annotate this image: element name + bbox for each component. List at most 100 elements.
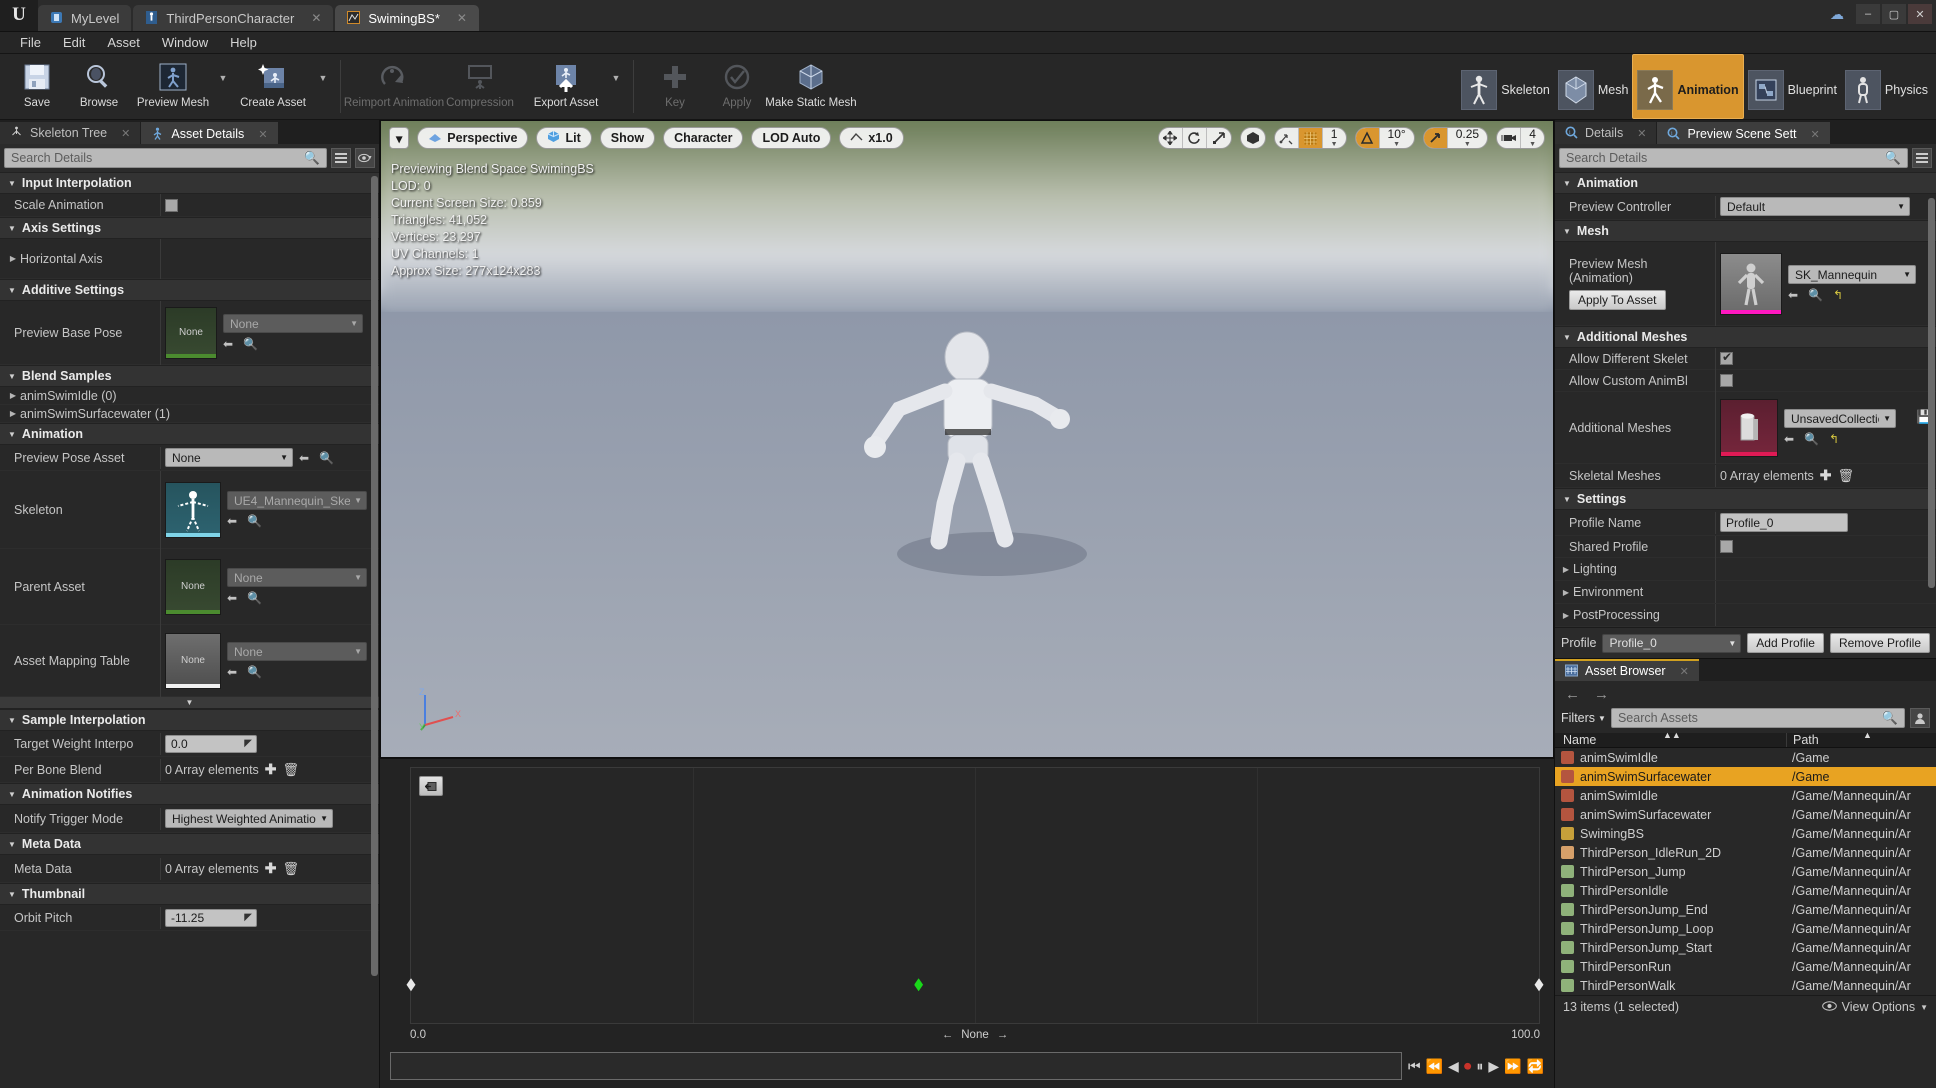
additional-meshes-combo[interactable]: UnsavedCollection ▼ bbox=[1784, 409, 1896, 428]
asset-browser-user-button[interactable] bbox=[1910, 708, 1930, 728]
allow-different-skeletons-checkbox[interactable] bbox=[1720, 350, 1733, 365]
search-assets-input[interactable]: Search Assets 🔍 bbox=[1610, 708, 1905, 728]
chevron-right-icon[interactable]: ▶ bbox=[6, 409, 20, 418]
play-reverse-icon[interactable]: ◀ bbox=[1448, 1058, 1459, 1075]
mode-blueprint[interactable]: Blueprint bbox=[1744, 54, 1841, 119]
tab-preview-scene-settings[interactable]: i Preview Scene Sett ✕ bbox=[1657, 122, 1830, 144]
property-row[interactable]: Asset Mapping Table None None ▼ ⬅ 🔍 bbox=[0, 624, 379, 697]
preview-mesh-thumbnail[interactable] bbox=[1720, 252, 1782, 315]
reimport-animation-button[interactable]: Reimport Animation bbox=[344, 54, 444, 119]
loop-icon[interactable]: 🔁 bbox=[1527, 1058, 1544, 1075]
scale-icon[interactable] bbox=[1207, 128, 1231, 148]
skeleton-asset-field[interactable]: UE4_Mannequin_Skeleton ▼ bbox=[227, 491, 367, 510]
close-icon[interactable]: ✕ bbox=[121, 127, 130, 140]
search-details-input[interactable]: Search Details 🔍 bbox=[4, 148, 327, 168]
chevron-right-icon[interactable]: ▶ bbox=[6, 254, 20, 263]
asset-row[interactable]: animSwimSurfacewater /Game/Mannequin/Ar bbox=[1555, 805, 1936, 824]
column-header-path[interactable]: Path ▲ bbox=[1786, 730, 1936, 747]
reset-to-default-icon[interactable]: ↰ bbox=[1833, 288, 1843, 302]
skeleton-thumbnail[interactable] bbox=[165, 481, 221, 538]
parent-asset-field[interactable]: None ▼ bbox=[227, 568, 367, 587]
preview-mesh-button[interactable]: Preview Mesh bbox=[130, 54, 216, 119]
make-static-mesh-button[interactable]: Make Static Mesh bbox=[765, 54, 857, 119]
asset-row[interactable]: animSwimIdle /Game/Mannequin/Ar bbox=[1555, 786, 1936, 805]
category-animation[interactable]: ▼ Animation bbox=[1555, 172, 1936, 194]
scale-snap-toggle[interactable] bbox=[1423, 128, 1448, 148]
category-animation[interactable]: ▼ Animation bbox=[0, 423, 379, 445]
category-mesh[interactable]: ▼ Mesh bbox=[1555, 220, 1936, 242]
apply-button[interactable]: Apply bbox=[706, 54, 768, 119]
property-row[interactable]: Shared Profile bbox=[1555, 535, 1936, 558]
property-row[interactable]: ▶ PostProcessing bbox=[1555, 604, 1936, 627]
category-input-interpolation[interactable]: ▼ Input Interpolation bbox=[0, 172, 379, 194]
preview-mesh-combo[interactable]: SK_Mannequin ▼ bbox=[1788, 265, 1916, 284]
maximize-button[interactable]: ▢ bbox=[1882, 4, 1906, 24]
delete-icon[interactable]: 🗑 bbox=[1838, 468, 1855, 484]
use-selected-icon[interactable]: ⬅ bbox=[227, 591, 237, 605]
property-row[interactable]: Skeletal Meshes 0 Array elements ✚ 🗑 bbox=[1555, 464, 1936, 488]
camera-perspective-button[interactable]: Perspective bbox=[417, 127, 529, 149]
scale-animation-checkbox[interactable] bbox=[165, 198, 178, 212]
asset-row[interactable]: ThirdPersonRun /Game/Mannequin/Ar bbox=[1555, 957, 1936, 976]
view-options-button[interactable]: View Options ▼ bbox=[1821, 1000, 1928, 1014]
preview-scene-search-input[interactable]: Search Details 🔍 bbox=[1559, 148, 1908, 168]
target-weight-interpolation-input[interactable]: 0.0 ◤ bbox=[165, 734, 257, 753]
window-tab-mylevel[interactable]: MyLevel bbox=[38, 5, 132, 31]
preview-mesh-dropdown-icon[interactable]: ▼ bbox=[216, 54, 230, 119]
category-animation-notifies[interactable]: ▼ Animation Notifies bbox=[0, 783, 379, 805]
mode-skeleton[interactable]: Skeleton bbox=[1457, 54, 1554, 119]
export-asset-button[interactable]: Export Asset bbox=[523, 54, 609, 119]
export-asset-dropdown-icon[interactable]: ▼ bbox=[609, 54, 623, 119]
add-element-icon[interactable]: ✚ bbox=[1820, 467, 1832, 484]
orbit-pitch-input[interactable]: -11.25 ◤ bbox=[165, 908, 257, 927]
property-row[interactable]: Allow Custom AnimBl bbox=[1555, 369, 1936, 392]
remove-profile-button[interactable]: Remove Profile bbox=[1829, 633, 1930, 653]
asset-browser-list[interactable]: animSwimIdle /Game animSwimSurfacewater … bbox=[1555, 748, 1936, 995]
close-icon[interactable]: ✕ bbox=[1637, 127, 1646, 140]
drag-handle-icon[interactable]: ◤ bbox=[244, 912, 252, 923]
grid-snap-value[interactable]: 1 ▼ bbox=[1323, 128, 1346, 148]
mode-animation[interactable]: Animation bbox=[1632, 54, 1744, 119]
browse-to-asset-icon[interactable]: 🔍 bbox=[1808, 288, 1823, 302]
category-thumbnail[interactable]: ▼ Thumbnail bbox=[0, 883, 379, 905]
grid-snap-toggle[interactable] bbox=[1298, 128, 1323, 148]
mode-physics[interactable]: Physics bbox=[1841, 54, 1932, 119]
menu-edit[interactable]: Edit bbox=[53, 33, 95, 52]
chevron-right-icon[interactable]: ▶ bbox=[1559, 588, 1573, 597]
blend-space-graph[interactable] bbox=[406, 767, 1544, 1024]
mode-mesh[interactable]: Mesh bbox=[1554, 54, 1633, 119]
asset-row[interactable]: ThirdPersonJump_Start /Game/Mannequin/Ar bbox=[1555, 938, 1936, 957]
tab-asset-details[interactable]: Asset Details ✕ bbox=[141, 122, 278, 144]
step-forward-icon[interactable]: ⏩ bbox=[1504, 1058, 1521, 1075]
property-row[interactable]: Allow Different Skelet bbox=[1555, 347, 1936, 370]
asset-mapping-table-thumbnail[interactable]: None bbox=[165, 632, 221, 689]
use-selected-icon[interactable]: ⬅ bbox=[227, 665, 237, 679]
property-row[interactable]: Profile Name Profile_0 bbox=[1555, 510, 1936, 536]
asset-row[interactable]: ThirdPersonIdle /Game/Mannequin/Ar bbox=[1555, 881, 1936, 900]
property-row[interactable]: Orbit Pitch -11.25 ◤ bbox=[0, 905, 379, 931]
close-icon[interactable]: ✕ bbox=[1680, 665, 1689, 678]
show-flags-button[interactable]: Show bbox=[599, 127, 656, 149]
use-selected-icon[interactable]: ⬅ bbox=[227, 514, 237, 528]
property-row[interactable]: Skeleton UE4_Mannequin_Skeleton ▼ ⬅ bbox=[0, 470, 379, 549]
property-row[interactable]: Parent Asset None None ▼ ⬅ 🔍 bbox=[0, 548, 379, 625]
step-back-icon[interactable]: ⏪ bbox=[1426, 1058, 1443, 1075]
preview-scene-properties[interactable]: ▼ Animation Preview Controller Default ▼… bbox=[1555, 172, 1936, 627]
close-icon[interactable]: ✕ bbox=[457, 11, 467, 25]
shared-profile-checkbox[interactable] bbox=[1720, 540, 1733, 553]
menu-help[interactable]: Help bbox=[220, 33, 267, 52]
surface-snap-icon[interactable] bbox=[1275, 128, 1299, 148]
asset-row[interactable]: ThirdPerson_IdleRun_2D /Game/Mannequin/A… bbox=[1555, 843, 1936, 862]
property-row[interactable]: Per Bone Blend 0 Array elements ✚ 🗑 bbox=[0, 757, 379, 783]
world-space-icon[interactable] bbox=[1241, 128, 1265, 148]
asset-row[interactable]: ThirdPerson_Jump /Game/Mannequin/Ar bbox=[1555, 862, 1936, 881]
menu-window[interactable]: Window bbox=[152, 33, 218, 52]
notify-trigger-mode-combo[interactable]: Highest Weighted Animation ▼ bbox=[165, 809, 333, 828]
close-icon[interactable]: ✕ bbox=[258, 128, 267, 141]
browse-to-asset-icon[interactable]: 🔍 bbox=[319, 451, 334, 465]
key-button[interactable]: Key bbox=[644, 54, 706, 119]
delete-icon[interactable]: 🗑 bbox=[283, 762, 300, 778]
column-header-name[interactable]: Name ▲▲ bbox=[1555, 730, 1786, 747]
close-icon[interactable]: ✕ bbox=[1811, 128, 1820, 141]
cloud-icon[interactable]: ☁ bbox=[1830, 6, 1844, 23]
